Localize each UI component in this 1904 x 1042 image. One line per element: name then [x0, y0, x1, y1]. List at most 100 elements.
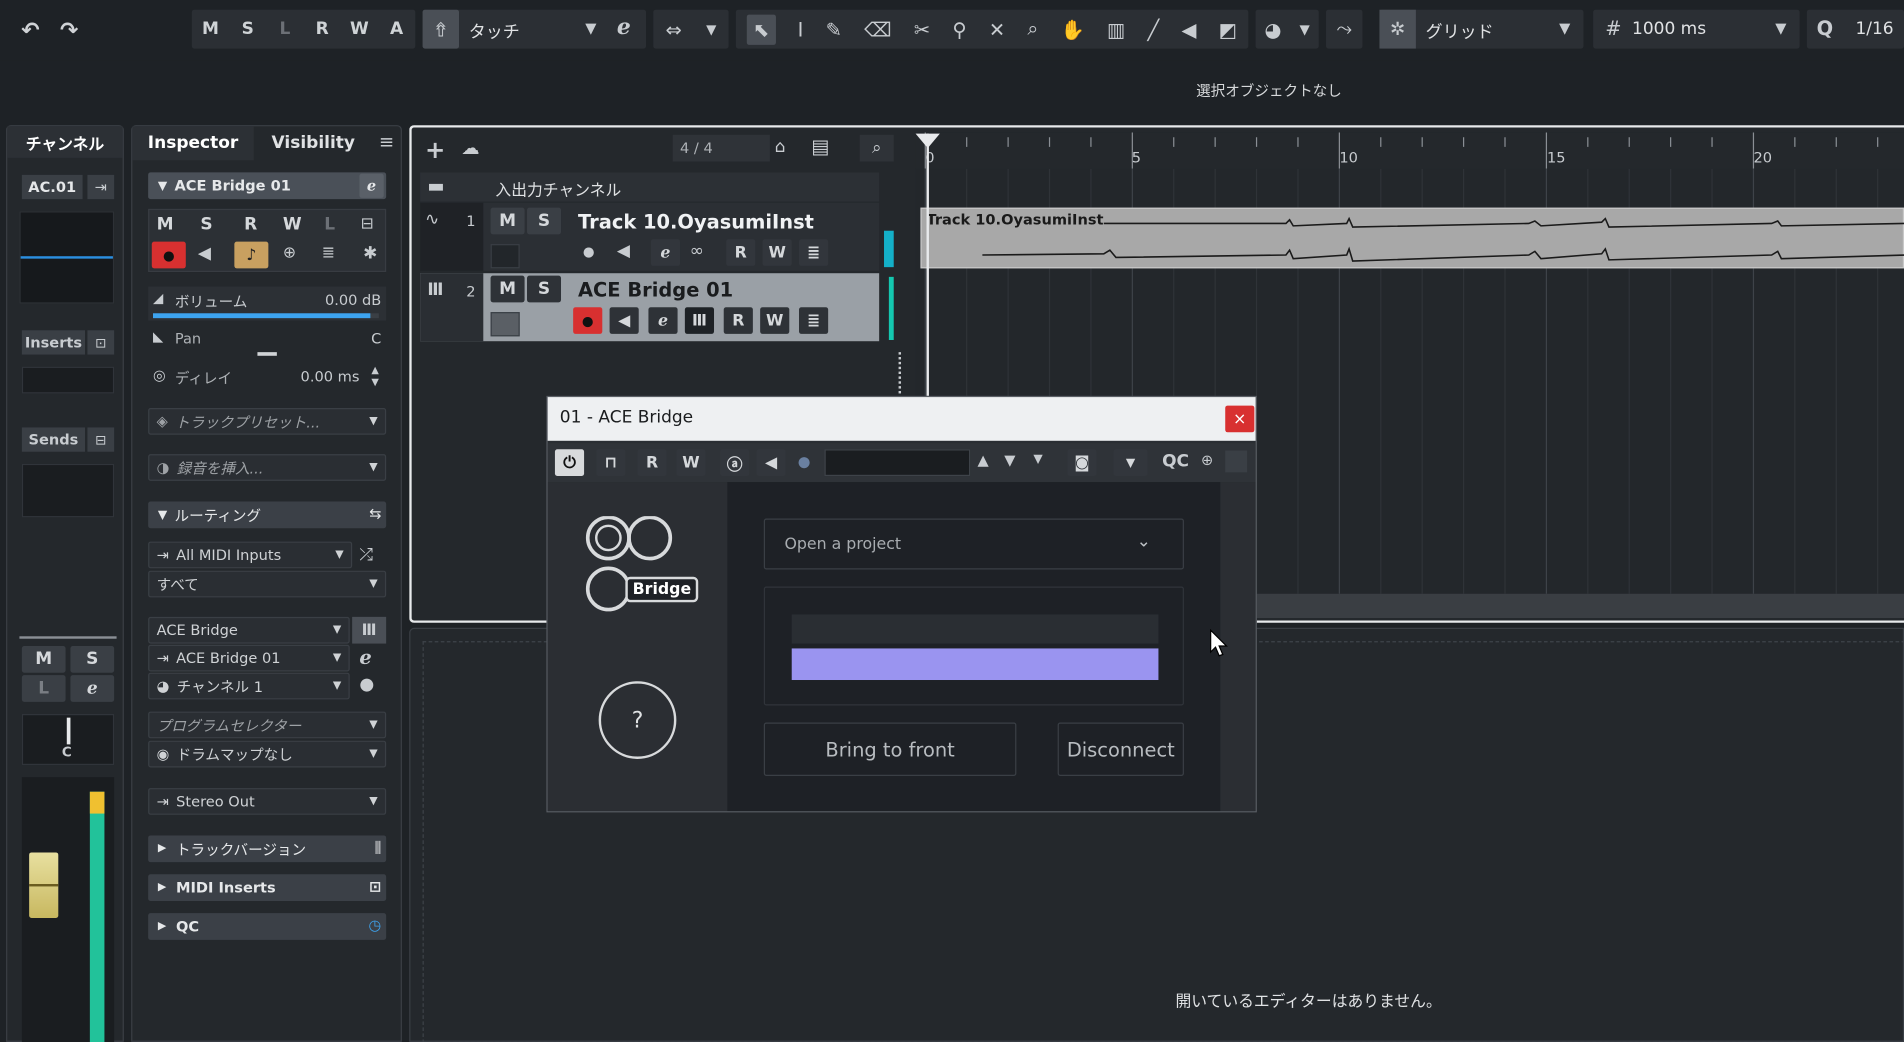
- eraser-icon[interactable]: ⌫: [864, 18, 891, 41]
- listen-mode-button[interactable]: L: [270, 17, 299, 41]
- solo-button[interactable]: S: [200, 215, 212, 234]
- hand-icon[interactable]: ✋: [1060, 18, 1084, 41]
- link-icon[interactable]: ∞: [690, 242, 704, 261]
- output-channel-select[interactable]: ◕ チャンネル 1 ▼: [148, 672, 350, 700]
- read-button[interactable]: R: [637, 449, 667, 477]
- arpeggio-icon[interactable]: ⓐ: [720, 449, 750, 477]
- edit-instrument-icon[interactable]: ℯ: [648, 307, 678, 334]
- pencil-icon[interactable]: ✎: [826, 18, 842, 41]
- monitor-icon[interactable]: ◀: [198, 244, 211, 263]
- bring-to-front-button[interactable]: Bring to front: [763, 722, 1017, 776]
- solo-button[interactable]: S: [527, 207, 562, 235]
- quantize-select[interactable]: Q 1/16: [1806, 9, 1904, 49]
- read-mode-button[interactable]: R: [308, 17, 337, 41]
- midi-inserts-section[interactable]: ▶ MIDI Inserts ⊡: [148, 874, 387, 902]
- write-button[interactable]: W: [760, 307, 790, 334]
- monitor-icon[interactable]: ◀: [609, 307, 639, 334]
- record-icon[interactable]: ●: [583, 244, 595, 260]
- track-version-section[interactable]: ▶ トラックバージョン ⫼: [148, 835, 387, 863]
- chevron-down-icon[interactable]: ▼: [1033, 453, 1042, 466]
- record-enable-button[interactable]: ●: [151, 241, 186, 269]
- mute-mode-button[interactable]: M: [196, 17, 225, 41]
- camera-icon[interactable]: ◙: [1067, 449, 1097, 477]
- record-insert-select[interactable]: ◑ 録音を挿入... ▼: [148, 454, 387, 481]
- snap-type-select[interactable]: ✲ グリッド ▼: [1379, 9, 1584, 49]
- track-color-swatch[interactable]: [490, 312, 520, 337]
- inserts-slot[interactable]: [21, 366, 115, 394]
- automation-mode-select[interactable]: ⇮ タッチ ▼ ℯ: [422, 9, 647, 49]
- audio-clip[interactable]: Track 10.OyasumiInst: [920, 207, 1904, 269]
- lanes-icon[interactable]: ≣: [799, 239, 829, 266]
- track-row[interactable]: Ⅲ 2 M S ACE Bridge 01 ● ◀ ℯ Ⅲ R W ≣: [420, 273, 880, 342]
- chevron-down-icon[interactable]: ▼: [706, 21, 716, 37]
- list-icon[interactable]: ≣: [322, 244, 335, 262]
- list-icon[interactable]: ▤: [811, 135, 829, 158]
- edit-channel-icon[interactable]: ℯ: [650, 239, 681, 266]
- mute-button[interactable]: M: [490, 207, 525, 235]
- qc-label[interactable]: QC: [1162, 452, 1189, 471]
- add-folder-icon[interactable]: ☁: [461, 137, 479, 159]
- add-track-icon[interactable]: +: [425, 135, 445, 164]
- write-button[interactable]: W: [762, 239, 792, 266]
- mute-tool-icon[interactable]: ✕: [989, 18, 1005, 41]
- lock-icon[interactable]: ⊕: [1201, 452, 1213, 469]
- visibility-icon[interactable]: ⌂: [775, 137, 786, 156]
- lock-button[interactable]: L: [324, 215, 335, 234]
- plugin-titlebar[interactable]: 01 - ACE Bridge ×: [547, 397, 1256, 441]
- undo-icon[interactable]: ↶: [17, 17, 44, 44]
- io-channel-row[interactable]: ▬ 入出力チャンネル: [420, 172, 880, 202]
- tab-visibility[interactable]: Visibility: [259, 126, 368, 160]
- pan-slider[interactable]: [257, 352, 277, 356]
- glue-icon[interactable]: ⚲: [952, 18, 966, 41]
- bypass-icon[interactable]: ⊓: [596, 449, 626, 477]
- zoom-icon[interactable]: ⌕: [1027, 17, 1038, 41]
- edit-instrument-icon[interactable]: ℯ: [617, 15, 631, 41]
- volume-slider[interactable]: [153, 313, 379, 319]
- menu-icon[interactable]: ≡: [379, 131, 394, 153]
- range-select-icon[interactable]: I: [798, 18, 804, 41]
- track-preset-select[interactable]: ◈ トラックプリセット... ▼: [148, 408, 387, 435]
- line-icon[interactable]: ╱: [1147, 18, 1159, 41]
- edit-instrument-icon[interactable]: ℯ: [359, 173, 384, 198]
- midi-channel-select[interactable]: すべて ▼: [148, 570, 387, 598]
- write-button[interactable]: W: [283, 215, 302, 234]
- time-base-icon[interactable]: ♪: [234, 241, 269, 269]
- listen-button[interactable]: L: [21, 675, 66, 702]
- lock-icon[interactable]: ⊕: [283, 244, 296, 262]
- channel-output-icon[interactable]: ⇥: [87, 174, 115, 200]
- shuffle-icon[interactable]: ⤮: [359, 545, 373, 564]
- track-color-swatch[interactable]: [490, 244, 520, 269]
- midi-input-select[interactable]: ⇥ All MIDI Inputs ▼: [148, 541, 353, 569]
- write-mode-button[interactable]: W: [345, 17, 374, 41]
- nudge-palette[interactable]: ◕ ▼: [1255, 9, 1319, 49]
- tab-inspector[interactable]: Inspector: [132, 126, 254, 161]
- arrow-left-icon[interactable]: ◀: [756, 449, 786, 477]
- preset-field[interactable]: [824, 449, 971, 477]
- help-button[interactable]: ?: [598, 681, 677, 759]
- solo-button[interactable]: S: [70, 646, 115, 673]
- keyboard-icon[interactable]: Ⅲ: [352, 616, 387, 644]
- lanes-icon[interactable]: ≣: [799, 307, 829, 334]
- inserts-button[interactable]: Inserts: [21, 330, 86, 355]
- pan-row[interactable]: ◣ Pan C: [148, 325, 386, 359]
- read-button[interactable]: R: [723, 307, 753, 334]
- solo-button[interactable]: S: [527, 275, 562, 303]
- edit-instrument-icon[interactable]: ℯ: [359, 646, 371, 669]
- sends-button[interactable]: Sends: [21, 427, 86, 452]
- scissors-icon[interactable]: ✂: [914, 18, 930, 41]
- keyboard-icon[interactable]: Ⅲ: [684, 307, 715, 334]
- read-button[interactable]: R: [244, 215, 257, 234]
- color-icon[interactable]: ◩: [1219, 18, 1237, 41]
- comp-icon[interactable]: ▥: [1107, 18, 1125, 41]
- monitor-icon[interactable]: ◀: [617, 242, 630, 261]
- preset-up-icon[interactable]: ▲: [978, 452, 989, 469]
- disconnect-button[interactable]: Disconnect: [1057, 722, 1184, 776]
- plugin-swatch[interactable]: [1225, 450, 1248, 473]
- mute-button[interactable]: M: [21, 646, 66, 673]
- write-button[interactable]: W: [676, 449, 706, 477]
- record-enable-button[interactable]: ●: [573, 307, 603, 334]
- volume-row[interactable]: ◢ ボリューム 0.00 dB: [148, 286, 387, 321]
- delay-row[interactable]: ◎ ディレイ 0.00 ms ▲ ▼: [148, 364, 386, 391]
- close-button[interactable]: ×: [1225, 405, 1255, 433]
- chevron-down-icon[interactable]: ▼: [1113, 449, 1148, 477]
